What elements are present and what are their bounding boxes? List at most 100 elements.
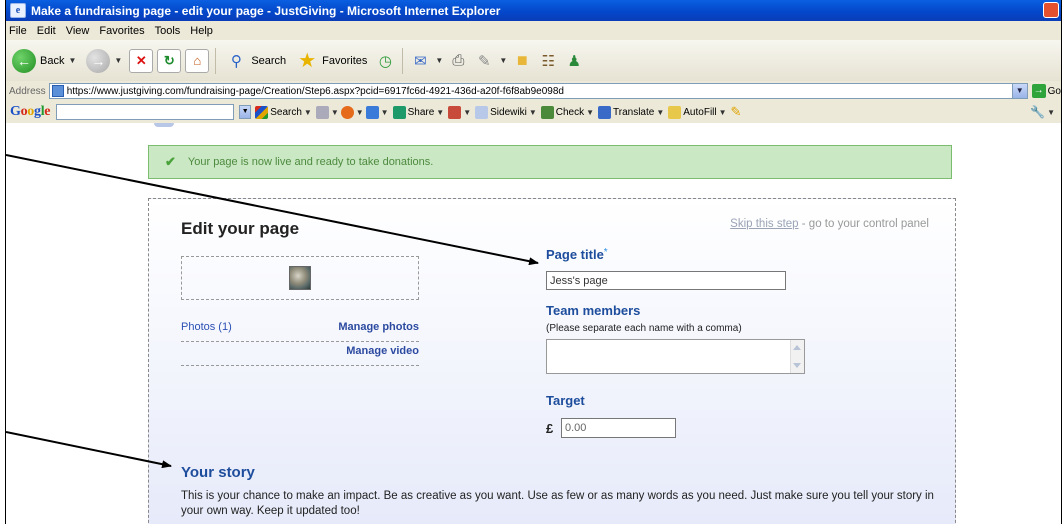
go-button[interactable]: → Go bbox=[1031, 84, 1061, 98]
video-row: Manage video bbox=[181, 345, 419, 366]
blocker-button[interactable]: ▼ bbox=[448, 105, 471, 119]
skip-step-suffix: - go to your control panel bbox=[798, 218, 929, 230]
toolbar-separator bbox=[402, 47, 404, 74]
photos-row: Photos (1) Manage photos bbox=[181, 321, 419, 342]
menu-edit[interactable]: Edit bbox=[37, 25, 56, 37]
google-search-dropdown-icon[interactable]: ▼ bbox=[239, 105, 252, 119]
ie-icon: e bbox=[10, 3, 26, 18]
back-dropdown-icon[interactable]: ▼ bbox=[68, 56, 76, 65]
go-arrow-icon: → bbox=[1031, 84, 1046, 98]
share-label: Share bbox=[407, 106, 435, 118]
google-search-input[interactable] bbox=[56, 104, 235, 120]
print-icon[interactable]: ⎙ bbox=[447, 50, 469, 72]
home-icon[interactable]: ⌂ bbox=[185, 48, 210, 73]
photo-gallery bbox=[181, 256, 419, 300]
back-arrow-icon: ← bbox=[12, 48, 36, 73]
translate-icon bbox=[598, 105, 612, 119]
settings-button[interactable]: 🔧 ▼ bbox=[1030, 105, 1055, 119]
page-content: ✔ Your page is now live and ready to tak… bbox=[6, 123, 1061, 524]
scroll-up-icon[interactable] bbox=[793, 345, 801, 350]
menu-file[interactable]: File bbox=[9, 25, 27, 37]
page-icon bbox=[51, 85, 64, 97]
pencil-icon: ✎ bbox=[730, 104, 742, 119]
forward-button[interactable]: → ▼ bbox=[83, 46, 125, 76]
back-label: Back bbox=[40, 54, 65, 67]
folder-icon[interactable]: ■ bbox=[511, 50, 533, 72]
team-members-hint: (Please separate each name with a comma) bbox=[546, 323, 742, 334]
scroll-down-icon[interactable] bbox=[793, 363, 801, 368]
menu-help[interactable]: Help bbox=[190, 25, 213, 37]
google-tools-button[interactable]: ▼ ▼ ▼ bbox=[315, 105, 389, 119]
google-logo: Google bbox=[10, 104, 51, 119]
toolbar-separator bbox=[215, 47, 217, 74]
site-logo-partial bbox=[154, 123, 174, 127]
check-button[interactable]: Check ▼ bbox=[540, 105, 594, 119]
pagerank-icon bbox=[315, 105, 329, 119]
skip-step-link[interactable]: Skip this step bbox=[730, 218, 798, 230]
photos-count-link[interactable]: Photos (1) bbox=[181, 321, 232, 333]
menu-tools[interactable]: Tools bbox=[155, 25, 181, 37]
sidewiki-button[interactable]: Sidewiki ▼ bbox=[475, 105, 537, 119]
favorites-label: Favorites bbox=[322, 54, 368, 67]
window-title: Make a fundraising page - edit your page… bbox=[31, 3, 501, 18]
back-button[interactable]: ← Back ▼ bbox=[9, 46, 79, 76]
google-search-button[interactable]: Search ▼ bbox=[255, 105, 312, 119]
page-heading: Edit your page bbox=[181, 219, 300, 238]
highlight-button[interactable]: ✎ bbox=[731, 104, 742, 120]
page-title-label: Page title* bbox=[546, 247, 608, 262]
messenger-icon[interactable]: ♟ bbox=[563, 50, 585, 72]
wrench-icon: 🔧 bbox=[1030, 105, 1046, 119]
address-input[interactable]: https://www.justgiving.com/fundraising-p… bbox=[48, 83, 1028, 99]
success-message-bar: ✔ Your page is now live and ready to tak… bbox=[148, 145, 952, 179]
menu-view[interactable]: View bbox=[66, 25, 90, 37]
autofill-icon bbox=[668, 105, 682, 119]
popup-blocker-icon bbox=[448, 105, 462, 119]
check-label: Check bbox=[555, 106, 585, 118]
share-button[interactable]: Share ▼ bbox=[392, 105, 444, 119]
translate-label: Translate bbox=[613, 106, 655, 118]
manage-photos-link[interactable]: Manage photos bbox=[338, 321, 419, 333]
browser-window: e Make a fundraising page - edit your pa… bbox=[5, 0, 1062, 524]
close-window-icon[interactable] bbox=[1043, 2, 1059, 18]
forward-dropdown-icon[interactable]: ▼ bbox=[114, 56, 122, 65]
history-icon[interactable]: ◷ bbox=[374, 50, 396, 72]
edit-icon[interactable]: ✎ bbox=[473, 50, 495, 72]
team-members-textarea[interactable] bbox=[546, 339, 805, 374]
check-icon: ✔ bbox=[165, 154, 176, 169]
favorites-button[interactable]: ★ Favorites bbox=[293, 46, 370, 76]
page-title-input[interactable] bbox=[546, 271, 786, 290]
mail-icon[interactable]: ✉ bbox=[409, 50, 431, 72]
edit-dropdown-icon[interactable]: ▼ bbox=[499, 56, 507, 65]
target-input[interactable] bbox=[561, 418, 676, 438]
edit-page-panel: Edit your page Skip this step - go to yo… bbox=[148, 198, 956, 524]
photo-thumbnail[interactable] bbox=[289, 266, 311, 290]
manage-video-link[interactable]: Manage video bbox=[346, 345, 419, 357]
team-members-label: Team members bbox=[546, 303, 641, 318]
refresh-icon[interactable]: ↻ bbox=[157, 48, 182, 73]
sidewiki-icon bbox=[475, 105, 489, 119]
autofill-button[interactable]: AutoFill ▼ bbox=[668, 105, 727, 119]
address-label: Address bbox=[9, 85, 46, 97]
required-mark: * bbox=[603, 247, 608, 258]
research-icon[interactable]: ☷ bbox=[537, 50, 559, 72]
textarea-scrollbar[interactable] bbox=[790, 340, 804, 373]
share-icon bbox=[392, 105, 406, 119]
skip-step: Skip this step - go to your control pane… bbox=[730, 218, 929, 230]
search-label: Search bbox=[251, 54, 287, 67]
story-description: This is your chance to make an impact. B… bbox=[181, 490, 934, 517]
forward-arrow-icon: → bbox=[86, 48, 111, 73]
search-button[interactable]: ⚲ Search bbox=[222, 46, 289, 76]
target-label: Target bbox=[546, 393, 585, 408]
translate-button[interactable]: Translate ▼ bbox=[598, 105, 664, 119]
currency-symbol: £ bbox=[546, 421, 554, 436]
bookmarks-icon bbox=[340, 105, 354, 119]
menu-bar: File Edit View Favorites Tools Help bbox=[6, 21, 1061, 41]
stop-icon[interactable]: ✕ bbox=[129, 48, 154, 73]
google-search-icon bbox=[255, 105, 269, 119]
mail-dropdown-icon[interactable]: ▼ bbox=[435, 56, 443, 65]
address-url: https://www.justgiving.com/fundraising-p… bbox=[66, 85, 564, 97]
menu-favorites[interactable]: Favorites bbox=[99, 25, 144, 37]
standard-toolbar: ← Back ▼ → ▼ ✕ ↻ ⌂ ⚲ Search ★ Favorites … bbox=[6, 40, 1061, 82]
address-dropdown-icon[interactable]: ▼ bbox=[1011, 84, 1027, 98]
story-heading: Your story bbox=[181, 464, 255, 481]
